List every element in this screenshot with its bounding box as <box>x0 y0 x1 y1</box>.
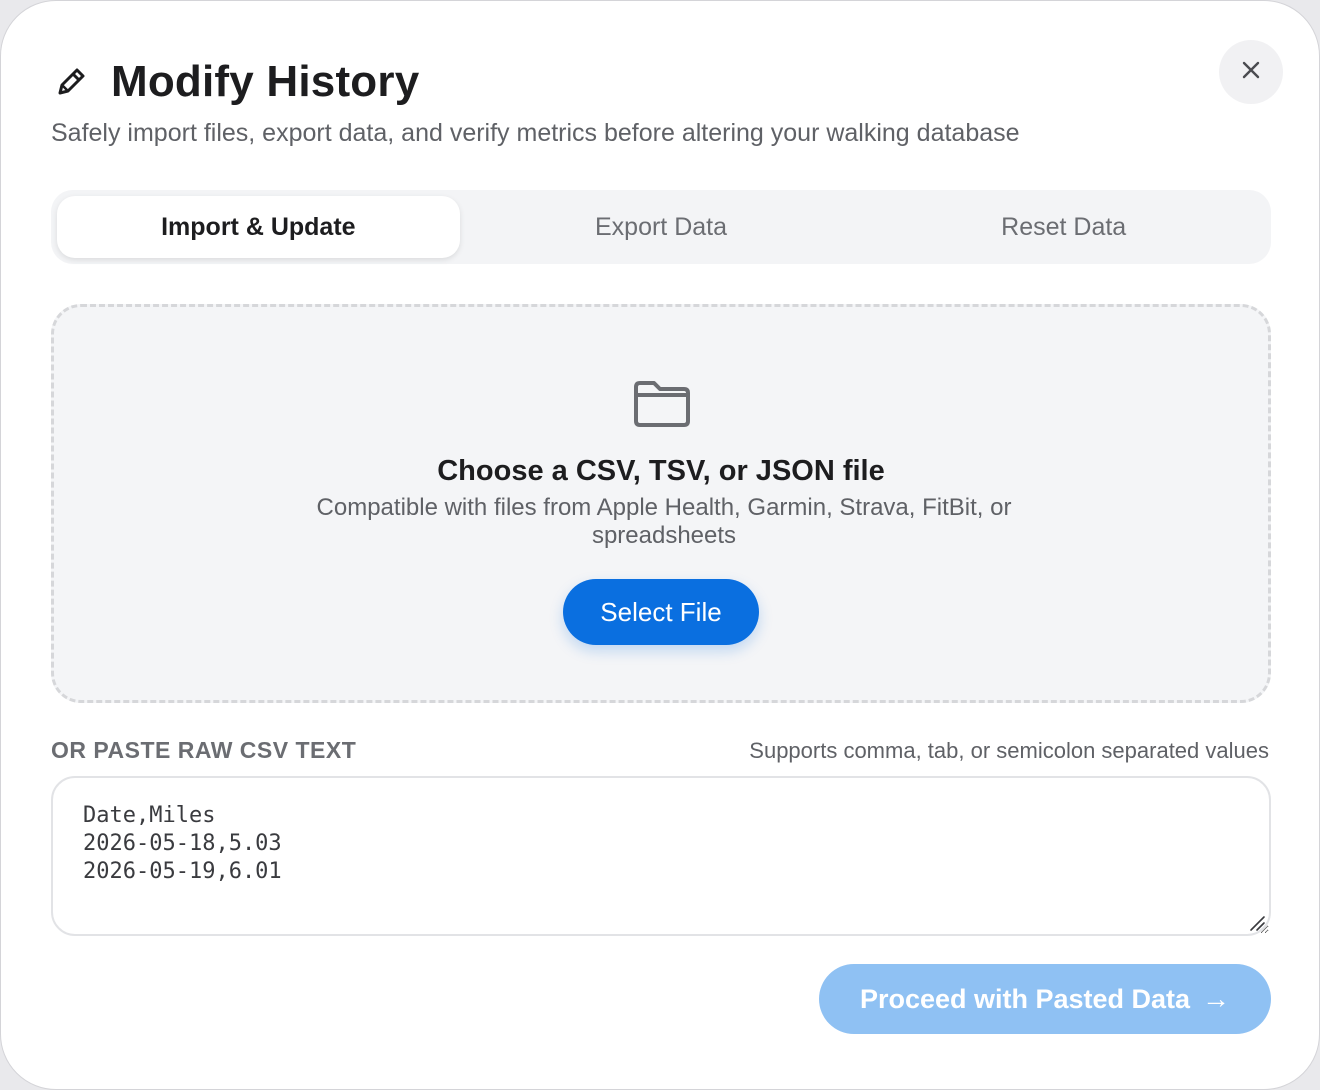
tab-export-data[interactable]: Export Data <box>460 196 863 258</box>
close-button[interactable] <box>1219 40 1283 104</box>
proceed-button[interactable]: Proceed with Pasted Data → <box>819 964 1271 1034</box>
dropzone-title: Choose a CSV, TSV, or JSON file <box>437 455 885 487</box>
paste-hint: Supports comma, tab, or semicolon separa… <box>749 738 1269 763</box>
csv-textarea[interactable]: Date,Miles 2026-05-18,5.03 2026-05-19,6.… <box>51 776 1271 936</box>
close-icon <box>1241 60 1261 85</box>
arrow-right-icon: → <box>1202 983 1231 1014</box>
tab-reset-data[interactable]: Reset Data <box>862 196 1265 258</box>
resize-handle-icon[interactable] <box>1248 914 1266 932</box>
modify-history-modal: Modify History Safely import files, expo… <box>0 0 1320 1090</box>
page-title: Modify History <box>111 57 420 106</box>
select-file-button[interactable]: Select File <box>563 579 759 645</box>
dropzone-subtitle: Compatible with files from Apple Health,… <box>316 494 1012 549</box>
title-row: Modify History <box>53 57 419 107</box>
page-subtitle: Safely import files, export data, and ve… <box>51 119 1020 147</box>
tab-import-update[interactable]: Import & Update <box>57 196 460 258</box>
paste-label: OR PASTE RAW CSV TEXT <box>51 737 357 763</box>
proceed-label: Proceed with Pasted Data <box>859 983 1191 1014</box>
pencil-icon <box>53 64 89 100</box>
folder-icon <box>632 379 692 429</box>
tab-bar: Import & Update Export Data Reset Data <box>51 190 1271 264</box>
file-dropzone[interactable]: Choose a CSV, TSV, or JSON file Compatib… <box>51 304 1271 703</box>
